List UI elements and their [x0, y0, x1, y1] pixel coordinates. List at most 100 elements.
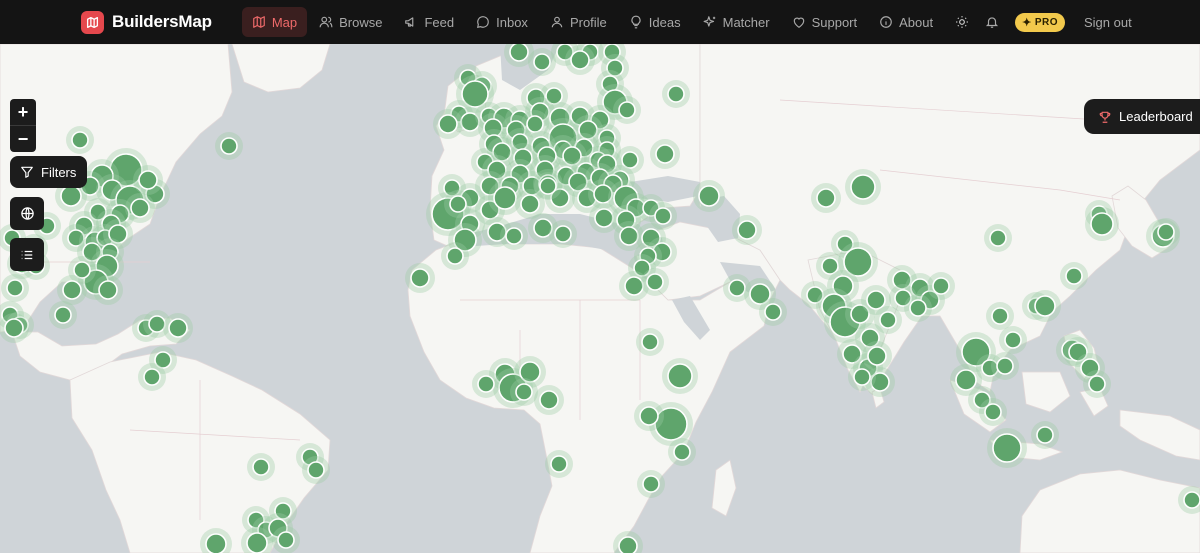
- builder-marker[interactable]: [54, 306, 72, 324]
- builder-marker[interactable]: [143, 368, 161, 386]
- builder-marker[interactable]: [533, 53, 551, 71]
- builder-marker[interactable]: [1004, 331, 1022, 349]
- builder-marker[interactable]: [618, 101, 636, 119]
- builder-marker[interactable]: [621, 151, 639, 169]
- list-view-button[interactable]: [10, 238, 44, 271]
- nav-item-inbox[interactable]: Inbox: [466, 7, 538, 37]
- builder-marker[interactable]: [764, 303, 782, 321]
- nav-item-support[interactable]: Support: [782, 7, 868, 37]
- nav-item-matcher[interactable]: Matcher: [693, 7, 780, 37]
- builder-marker[interactable]: [98, 280, 118, 300]
- builder-marker[interactable]: [866, 290, 886, 310]
- builder-marker[interactable]: [867, 346, 887, 366]
- zoom-in-button[interactable]: +: [10, 99, 36, 125]
- filters-button[interactable]: Filters: [10, 156, 88, 188]
- builder-marker[interactable]: [909, 299, 927, 317]
- builder-marker[interactable]: [515, 383, 533, 401]
- builder-marker[interactable]: [667, 85, 685, 103]
- nav-item-profile[interactable]: Profile: [540, 7, 617, 37]
- builder-marker[interactable]: [526, 115, 544, 133]
- builder-marker[interactable]: [728, 279, 746, 297]
- builder-marker[interactable]: [71, 131, 89, 149]
- builder-marker[interactable]: [307, 461, 325, 479]
- builder-marker[interactable]: [539, 390, 559, 410]
- builder-marker[interactable]: [879, 311, 897, 329]
- builder-marker[interactable]: [1088, 375, 1106, 393]
- builder-marker[interactable]: [641, 333, 659, 351]
- builder-marker[interactable]: [618, 536, 638, 553]
- builder-marker[interactable]: [619, 226, 639, 246]
- builder-marker[interactable]: [138, 170, 158, 190]
- builder-marker[interactable]: [821, 257, 839, 275]
- builder-marker[interactable]: [446, 247, 464, 265]
- builder-marker[interactable]: [220, 137, 238, 155]
- builder-marker[interactable]: [992, 433, 1022, 463]
- builder-marker[interactable]: [989, 229, 1007, 247]
- builder-marker[interactable]: [449, 195, 467, 213]
- builder-marker[interactable]: [205, 533, 227, 553]
- nav-item-ideas[interactable]: Ideas: [619, 7, 691, 37]
- builder-marker[interactable]: [554, 225, 572, 243]
- builder-marker[interactable]: [955, 369, 977, 391]
- map-canvas[interactable]: [0, 44, 1200, 553]
- builder-marker[interactable]: [148, 315, 166, 333]
- builder-marker[interactable]: [1036, 426, 1054, 444]
- builder-marker[interactable]: [991, 307, 1009, 325]
- builder-marker[interactable]: [1065, 267, 1083, 285]
- builder-marker[interactable]: [594, 208, 614, 228]
- builder-marker[interactable]: [570, 50, 590, 70]
- builder-marker[interactable]: [477, 375, 495, 393]
- builder-marker[interactable]: [932, 277, 950, 295]
- builder-marker[interactable]: [246, 532, 268, 553]
- builder-marker[interactable]: [277, 531, 295, 549]
- zoom-out-button[interactable]: −: [10, 126, 36, 152]
- builder-marker[interactable]: [505, 227, 523, 245]
- builder-marker[interactable]: [4, 318, 24, 338]
- builder-marker[interactable]: [73, 261, 91, 279]
- builder-marker[interactable]: [646, 273, 664, 291]
- builder-marker[interactable]: [624, 276, 644, 296]
- builder-marker[interactable]: [984, 403, 1002, 421]
- builder-marker[interactable]: [539, 177, 557, 195]
- builder-marker[interactable]: [550, 455, 568, 473]
- pro-badge[interactable]: ✦ PRO: [1015, 12, 1065, 32]
- nav-item-browse[interactable]: Browse: [309, 7, 392, 37]
- builder-marker[interactable]: [1034, 295, 1056, 317]
- theme-toggle-button[interactable]: [949, 7, 975, 37]
- builder-marker[interactable]: [654, 207, 672, 225]
- builder-marker[interactable]: [655, 144, 675, 164]
- leaderboard-button[interactable]: Leaderboard: [1084, 99, 1200, 134]
- world-map[interactable]: + − Filters Leaderboard: [0, 44, 1200, 553]
- nav-item-map[interactable]: Map: [241, 7, 308, 37]
- globe-view-button[interactable]: [10, 197, 44, 230]
- builder-marker[interactable]: [60, 185, 82, 207]
- builder-marker[interactable]: [62, 280, 82, 300]
- builder-marker[interactable]: [438, 114, 458, 134]
- builder-marker[interactable]: [410, 268, 430, 288]
- builder-marker[interactable]: [130, 198, 150, 218]
- builder-marker[interactable]: [853, 368, 871, 386]
- builder-marker[interactable]: [1090, 212, 1114, 236]
- builder-marker[interactable]: [520, 194, 540, 214]
- builder-marker[interactable]: [816, 188, 836, 208]
- nav-item-feed[interactable]: Feed: [394, 7, 464, 37]
- builder-marker[interactable]: [1157, 223, 1175, 241]
- notifications-button[interactable]: [979, 7, 1005, 37]
- brand[interactable]: BuildersMap: [81, 10, 212, 34]
- sign-out-link[interactable]: Sign out: [1084, 15, 1132, 30]
- builder-marker[interactable]: [642, 475, 660, 493]
- nav-item-about[interactable]: About: [869, 7, 943, 37]
- builder-marker[interactable]: [1183, 491, 1200, 509]
- builder-marker[interactable]: [698, 185, 720, 207]
- builder-marker[interactable]: [996, 357, 1014, 375]
- builder-marker[interactable]: [667, 363, 693, 389]
- builder-marker[interactable]: [850, 174, 876, 200]
- builder-marker[interactable]: [493, 186, 517, 210]
- builder-marker[interactable]: [639, 406, 659, 426]
- builder-marker[interactable]: [509, 44, 529, 62]
- builder-marker[interactable]: [252, 458, 270, 476]
- builder-marker[interactable]: [6, 279, 24, 297]
- builder-marker[interactable]: [168, 318, 188, 338]
- builder-marker[interactable]: [737, 220, 757, 240]
- builder-marker[interactable]: [673, 443, 691, 461]
